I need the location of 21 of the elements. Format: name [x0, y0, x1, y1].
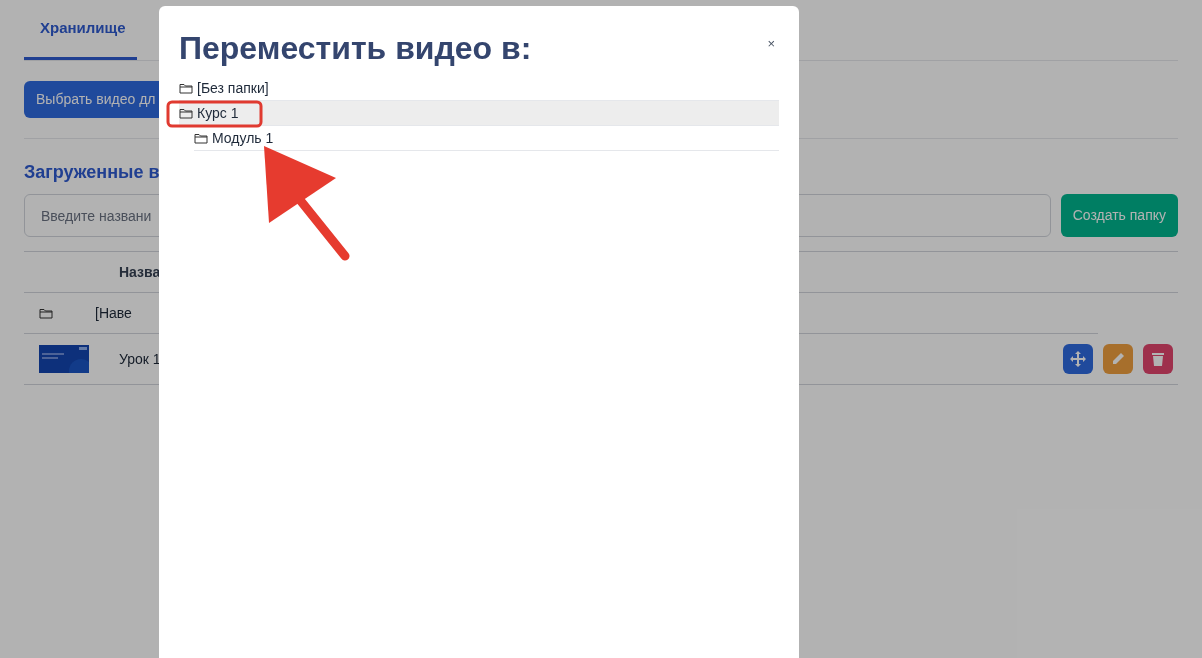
pencil-icon: [1111, 352, 1125, 366]
folder-name: Модуль 1: [212, 128, 274, 148]
delete-button[interactable]: [1143, 344, 1173, 374]
folder-icon: [39, 307, 53, 319]
folder-icon: [179, 107, 193, 119]
folder-icon: [194, 132, 208, 144]
move-icon: [1070, 351, 1086, 367]
folder-icon: [179, 82, 193, 94]
dialog-title: Переместить видео в:: [179, 29, 532, 68]
tab[interactable]: Хранилище: [24, 0, 137, 60]
edit-button[interactable]: [1103, 344, 1133, 374]
move-button[interactable]: [1063, 344, 1093, 374]
folder-name: Курс 1: [197, 103, 239, 123]
folder-name: [Без папки]: [197, 78, 269, 98]
section-title: Загруженные в: [24, 161, 161, 184]
trash-icon: [1152, 352, 1164, 366]
table-cell-text: [Наве: [95, 303, 132, 323]
close-button[interactable]: ×: [767, 34, 775, 54]
column-header: Назва: [119, 262, 161, 282]
folder-row[interactable]: Курс 1: [179, 101, 779, 126]
table-cell-text: Урок 1: [119, 349, 161, 369]
